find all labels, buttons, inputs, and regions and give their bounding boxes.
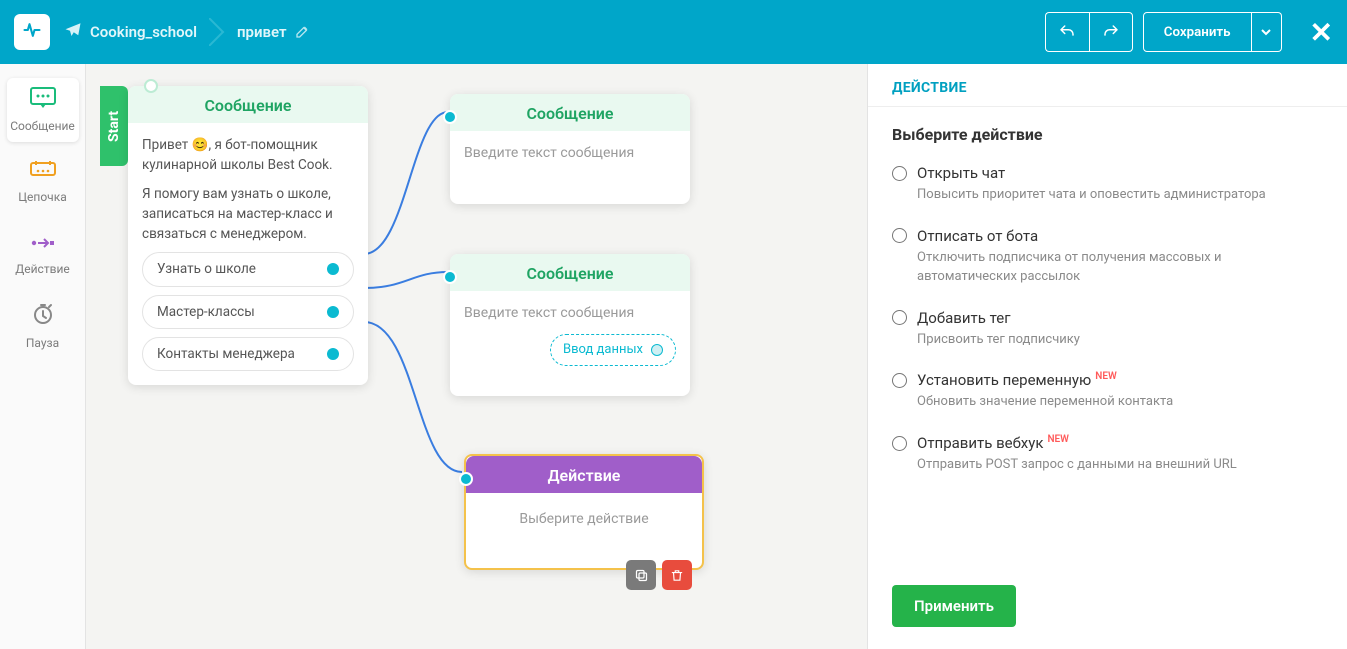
duplicate-button[interactable]: [626, 560, 656, 590]
quick-reply-label: Мастер-классы: [157, 302, 255, 322]
pulse-icon: [22, 20, 42, 45]
action-option-desc: Отключить подписчика от получения массов…: [917, 249, 1323, 287]
message-placeholder[interactable]: Введите текст сообщения: [464, 145, 634, 161]
rail-action-label: Действие: [15, 262, 70, 276]
properties-panel: ДЕЙСТВИЕ Выберите действие Открыть чат По…: [867, 64, 1347, 649]
breadcrumb: Cooking_school привет: [64, 20, 313, 44]
node-in-port[interactable]: [443, 270, 457, 284]
action-radio[interactable]: [892, 310, 907, 325]
node-title: Сообщение: [450, 254, 690, 291]
flow-canvas[interactable]: Start Сообщение Привет 😊, я бот-помощник…: [86, 64, 867, 649]
action-placeholder: Выберите действие: [480, 505, 688, 540]
close-icon[interactable]: ✕: [1310, 16, 1333, 49]
apply-button[interactable]: Применить: [892, 585, 1016, 627]
rail-pause-label: Пауза: [26, 336, 59, 350]
action-radio[interactable]: [892, 373, 907, 388]
rail-pause[interactable]: Пауза: [7, 294, 79, 358]
node-in-port[interactable]: [443, 110, 457, 124]
action-option-desc: Присвоить тег подписчику: [917, 331, 1323, 350]
delete-button[interactable]: [662, 560, 692, 590]
breadcrumb-separator-icon: [205, 20, 229, 44]
node-title: Сообщение: [450, 94, 690, 131]
action-radio[interactable]: [892, 228, 907, 243]
node-text-1: Привет 😊, я бот-помощник кулинарной школ…: [142, 135, 354, 176]
rail-message-label: Сообщение: [10, 119, 75, 133]
quick-reply-label: Контакты менеджера: [157, 344, 295, 364]
action-option-0[interactable]: Открыть чат Повысить приоритет чата и опо…: [892, 154, 1323, 217]
node-action-selected[interactable]: Действие Выберите действие: [464, 454, 704, 570]
start-tab[interactable]: Start: [100, 86, 128, 166]
app-header: Cooking_school привет Сохранить ✕: [0, 0, 1347, 64]
action-option-title: Отправить вебхукNEW: [917, 434, 1069, 452]
action-option-2[interactable]: Добавить тег Присвоить тег подписчику: [892, 299, 1323, 362]
rail-chain[interactable]: Цепочка: [7, 150, 79, 214]
undo-button[interactable]: [1045, 12, 1089, 52]
action-option-desc: Обновить значение переменной контакта: [917, 393, 1323, 412]
tool-rail: Сообщение Цепочка Действие Пауза: [0, 64, 86, 649]
message-placeholder[interactable]: Введите текст сообщения: [464, 305, 634, 321]
quick-reply-label: Узнать о школе: [157, 259, 256, 279]
action-option-desc: Повысить приоритет чата и оповестить адм…: [917, 186, 1323, 205]
pencil-icon[interactable]: [295, 23, 313, 41]
pause-icon: [31, 302, 55, 332]
node-title: Сообщение: [128, 86, 368, 123]
action-radio[interactable]: [892, 436, 907, 451]
node-in-port[interactable]: [459, 472, 473, 486]
app-logo[interactable]: [14, 14, 50, 50]
header-actions: Сохранить ✕: [1045, 12, 1333, 52]
action-option-title: Отписать от бота: [917, 227, 1038, 245]
rail-message[interactable]: Сообщение: [7, 78, 79, 142]
action-option-title: Установить переменнуюNEW: [917, 371, 1117, 389]
node-start-message[interactable]: Сообщение Привет 😊, я бот-помощник кулин…: [128, 86, 368, 385]
panel-subtitle: Выберите действие: [868, 107, 1347, 154]
telegram-icon: [64, 21, 82, 43]
node-message-1[interactable]: Сообщение Введите текст сообщения: [450, 94, 690, 204]
out-port-icon[interactable]: [327, 348, 339, 360]
rail-chain-label: Цепочка: [18, 190, 66, 204]
data-input-label: Ввод данных: [563, 340, 643, 360]
action-option-4[interactable]: Отправить вебхукNEW Отправить POST запрос…: [892, 424, 1323, 487]
chain-icon: [30, 160, 56, 186]
breadcrumb-flow[interactable]: привет: [237, 23, 287, 41]
rail-action[interactable]: Действие: [7, 222, 79, 286]
new-badge: NEW: [1095, 371, 1117, 382]
new-badge: NEW: [1047, 434, 1069, 445]
message-icon: [30, 87, 56, 115]
action-option-title: Добавить тег: [917, 309, 1011, 327]
node-toolbar: [626, 560, 692, 590]
panel-title: ДЕЙСТВИЕ: [868, 64, 1347, 107]
node-text-2: Я помогу вам узнать о школе, записаться …: [142, 184, 354, 245]
node-message-2[interactable]: Сообщение Введите текст сообщения Ввод д…: [450, 254, 690, 396]
quick-reply-1[interactable]: Мастер-классы: [142, 295, 354, 329]
save-button[interactable]: Сохранить: [1143, 12, 1252, 52]
breadcrumb-bot[interactable]: Cooking_school: [90, 23, 197, 41]
out-port-icon[interactable]: [327, 263, 339, 275]
node-title: Действие: [466, 456, 702, 493]
redo-button[interactable]: [1089, 12, 1133, 52]
quick-reply-0[interactable]: Узнать о школе: [142, 252, 354, 286]
out-port-icon[interactable]: [651, 344, 663, 356]
data-input-pill[interactable]: Ввод данных: [550, 334, 676, 366]
action-radio[interactable]: [892, 166, 907, 181]
quick-reply-2[interactable]: Контакты менеджера: [142, 337, 354, 371]
node-in-port[interactable]: [144, 79, 158, 93]
action-option-1[interactable]: Отписать от бота Отключить подписчика от …: [892, 217, 1323, 299]
save-dropdown-button[interactable]: [1252, 12, 1282, 52]
action-option-3[interactable]: Установить переменнуюNEW Обновить значени…: [892, 361, 1323, 424]
action-option-title: Открыть чат: [917, 164, 1005, 182]
out-port-icon[interactable]: [327, 306, 339, 318]
action-icon: [30, 233, 56, 258]
action-option-desc: Отправить POST запрос с данными на внешн…: [917, 456, 1323, 475]
